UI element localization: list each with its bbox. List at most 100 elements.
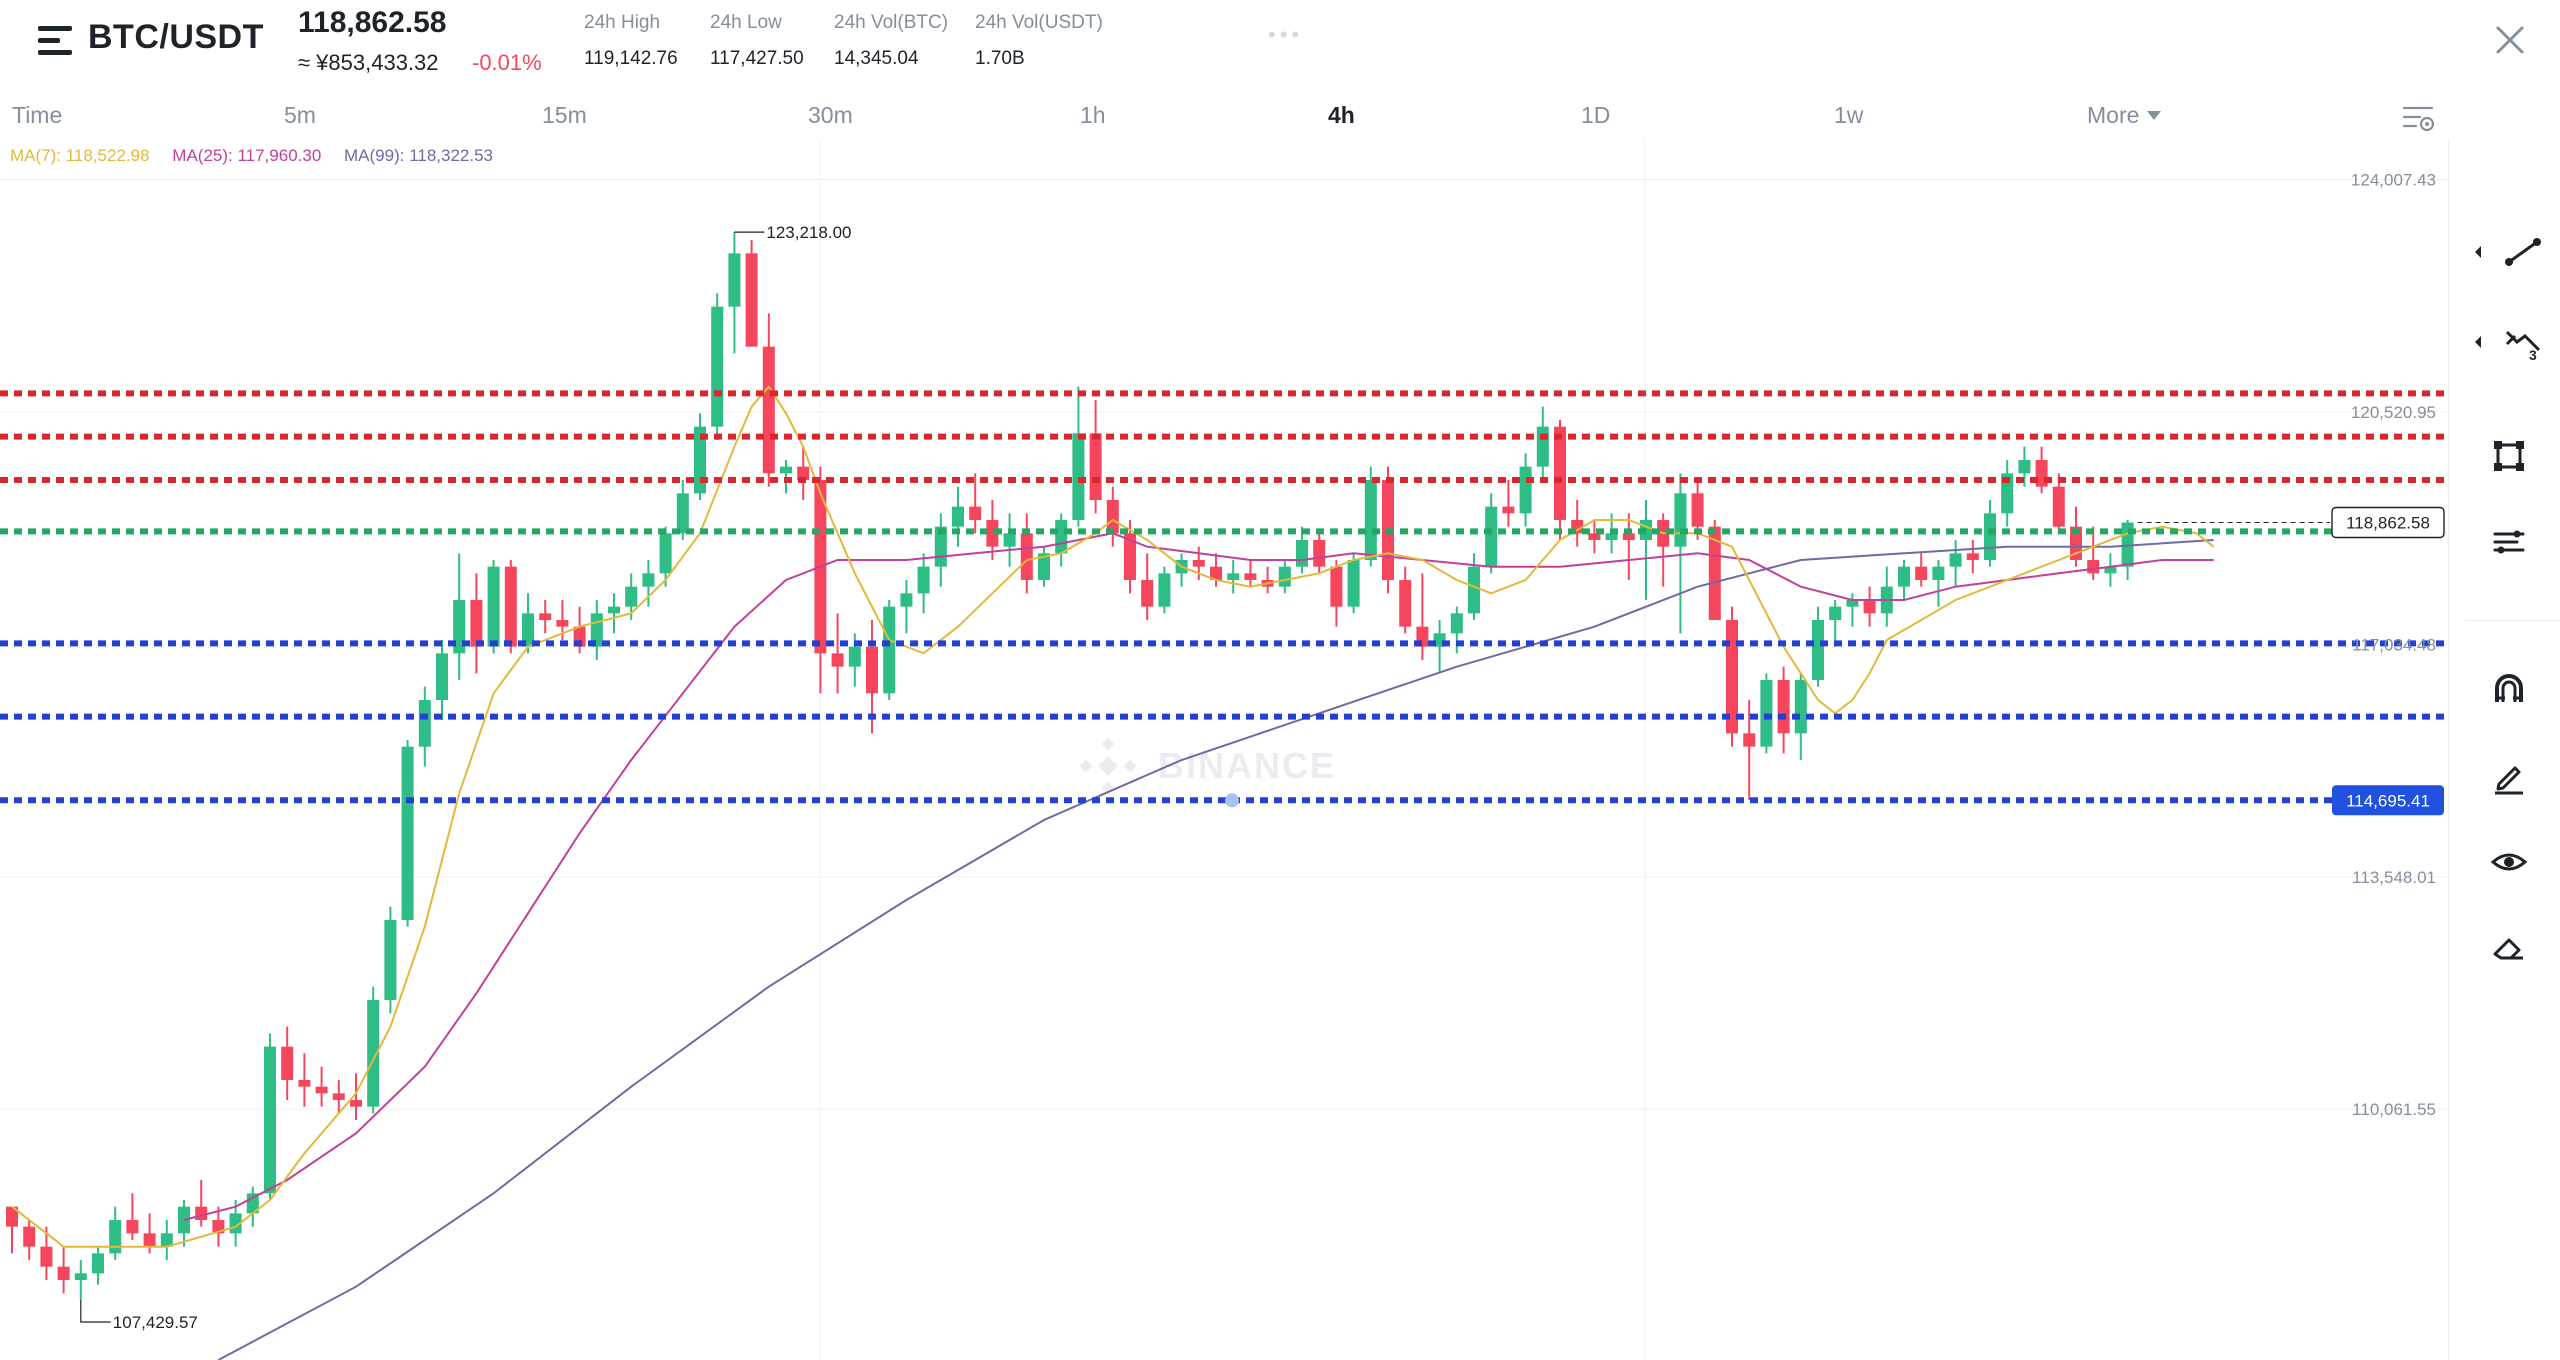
tab-1d[interactable]: 1D <box>1581 102 1610 129</box>
tab-more[interactable]: More <box>2087 102 2162 129</box>
eye-icon[interactable] <box>2489 842 2529 882</box>
candle-up <box>487 566 500 647</box>
magnet-icon[interactable] <box>2489 670 2529 710</box>
candle-down <box>57 1266 70 1280</box>
stat-24h-vol-usdt: 24h Vol(USDT) 1.70B <box>975 12 1103 70</box>
candle-up <box>1468 566 1480 614</box>
candle-down <box>126 1220 139 1234</box>
pair-name[interactable]: BTC/USDT <box>88 18 264 57</box>
stat-24h-high: 24h High 119,142.76 <box>584 12 678 70</box>
watermark-text: BINANCE <box>1158 745 1336 786</box>
candle-up <box>1347 560 1360 607</box>
stat-label: 24h High <box>584 12 661 33</box>
candle-down <box>332 1093 345 1100</box>
tab-15m[interactable]: 15m <box>542 102 587 129</box>
stat-value: 14,345.04 <box>834 48 919 69</box>
candle-down <box>2087 560 2100 574</box>
more-dots-icon[interactable]: ••• <box>1268 22 1303 48</box>
eraser-icon[interactable] <box>2489 928 2529 968</box>
expand-arrow-icon <box>2475 246 2481 258</box>
candle-down <box>1244 573 1257 580</box>
drawing-toolbar: 3 <box>2448 140 2560 1360</box>
chart-settings-icon[interactable] <box>2402 104 2436 134</box>
pen-icon[interactable] <box>2489 756 2529 796</box>
candle-up <box>1450 613 1463 634</box>
close-icon[interactable] <box>2490 20 2530 60</box>
candle-down <box>1020 533 1033 580</box>
candle-down <box>1863 600 1876 614</box>
candle-down <box>1743 733 1756 747</box>
rectangle-tool[interactable] <box>2489 436 2529 476</box>
candle-up <box>1536 426 1549 467</box>
candle-up <box>642 573 655 587</box>
stat-24h-vol-btc: 24h Vol(BTC) 14,345.04 <box>834 12 948 70</box>
candle-up <box>264 1046 276 1194</box>
candle-down <box>556 620 569 627</box>
candle-down <box>969 506 982 520</box>
candle-up <box>848 646 861 667</box>
candle-down <box>143 1233 156 1247</box>
fib-tool[interactable]: 3 <box>2469 322 2549 363</box>
candle-up <box>728 253 741 307</box>
candle-up <box>109 1220 122 1254</box>
menu-icon[interactable] <box>38 26 74 56</box>
candle-up <box>1760 680 1773 747</box>
candle-up <box>1674 493 1687 547</box>
candle-up <box>418 700 431 747</box>
candle-down <box>831 653 844 667</box>
candle-up <box>608 606 620 614</box>
change-percent: -0.01% <box>472 50 542 75</box>
interval-tabs: Time 5m 15m 30m 1h 4h 1D 1w More <box>0 96 2560 140</box>
candle-down <box>1192 560 1205 567</box>
tab-more-label: More <box>2087 102 2140 128</box>
price-tick-label: 110,061.55 <box>2352 1100 2436 1119</box>
candle-up <box>711 306 724 427</box>
level-handle <box>1225 793 1239 808</box>
candle-down <box>281 1046 294 1080</box>
candle-up <box>780 466 792 474</box>
indicator-tool[interactable] <box>2489 522 2529 562</box>
candle-down <box>195 1206 208 1220</box>
candle-up <box>900 593 913 607</box>
candle-up <box>1055 520 1068 554</box>
candle-up <box>1984 513 1996 560</box>
binance-logo-icon <box>1079 737 1137 795</box>
tab-1h[interactable]: 1h <box>1080 102 1106 129</box>
candle-down <box>1554 426 1566 520</box>
candle-down <box>1588 533 1601 540</box>
candle-up <box>1278 566 1291 587</box>
trendline-tool[interactable] <box>2469 232 2549 272</box>
candle-down <box>1777 680 1790 734</box>
candle-up <box>1898 566 1910 587</box>
candle-up <box>1949 553 1962 567</box>
candle-up <box>1296 540 1308 567</box>
ticker-header: BTC/USDT 118,862.58 ≈ ¥853,433.32 -0.01%… <box>0 0 2560 90</box>
cny-price: ≈ ¥853,433.32 <box>298 50 439 75</box>
last-price-tag-text: 118,862.58 <box>2346 513 2430 532</box>
candle-down <box>762 346 775 474</box>
candle-down <box>40 1246 53 1267</box>
candle-down <box>1502 506 1515 514</box>
price-tick-label: 120,520.95 <box>2351 403 2436 422</box>
stat-value: 117,427.50 <box>710 48 804 69</box>
candle-up <box>917 566 930 594</box>
tab-time[interactable]: Time <box>12 102 62 129</box>
candle-down <box>315 1086 328 1094</box>
tab-1w[interactable]: 1w <box>1834 102 1863 129</box>
tab-30m[interactable]: 30m <box>808 102 853 129</box>
price-chart[interactable]: BINANCE 123,218.00 107,429.57 124,007.43 1… <box>0 140 2448 1360</box>
candle-up <box>1485 506 1498 567</box>
tab-5m[interactable]: 5m <box>284 102 316 129</box>
candle-up <box>1794 680 1807 734</box>
candle-up <box>2018 460 2031 474</box>
candle-down <box>1915 566 1928 580</box>
price-tick-label: 117,034.48 <box>2352 635 2436 654</box>
price-tick-label: 113,548.01 <box>2352 868 2436 887</box>
tab-4h[interactable]: 4h <box>1328 102 1355 129</box>
stat-label: 24h Low <box>710 12 782 33</box>
stat-label: 24h Vol(USDT) <box>975 12 1103 33</box>
min-pointer <box>80 1300 111 1323</box>
candle-down <box>745 253 758 347</box>
min-price-label: 107,429.57 <box>113 1313 198 1332</box>
candle-up <box>1829 606 1842 620</box>
